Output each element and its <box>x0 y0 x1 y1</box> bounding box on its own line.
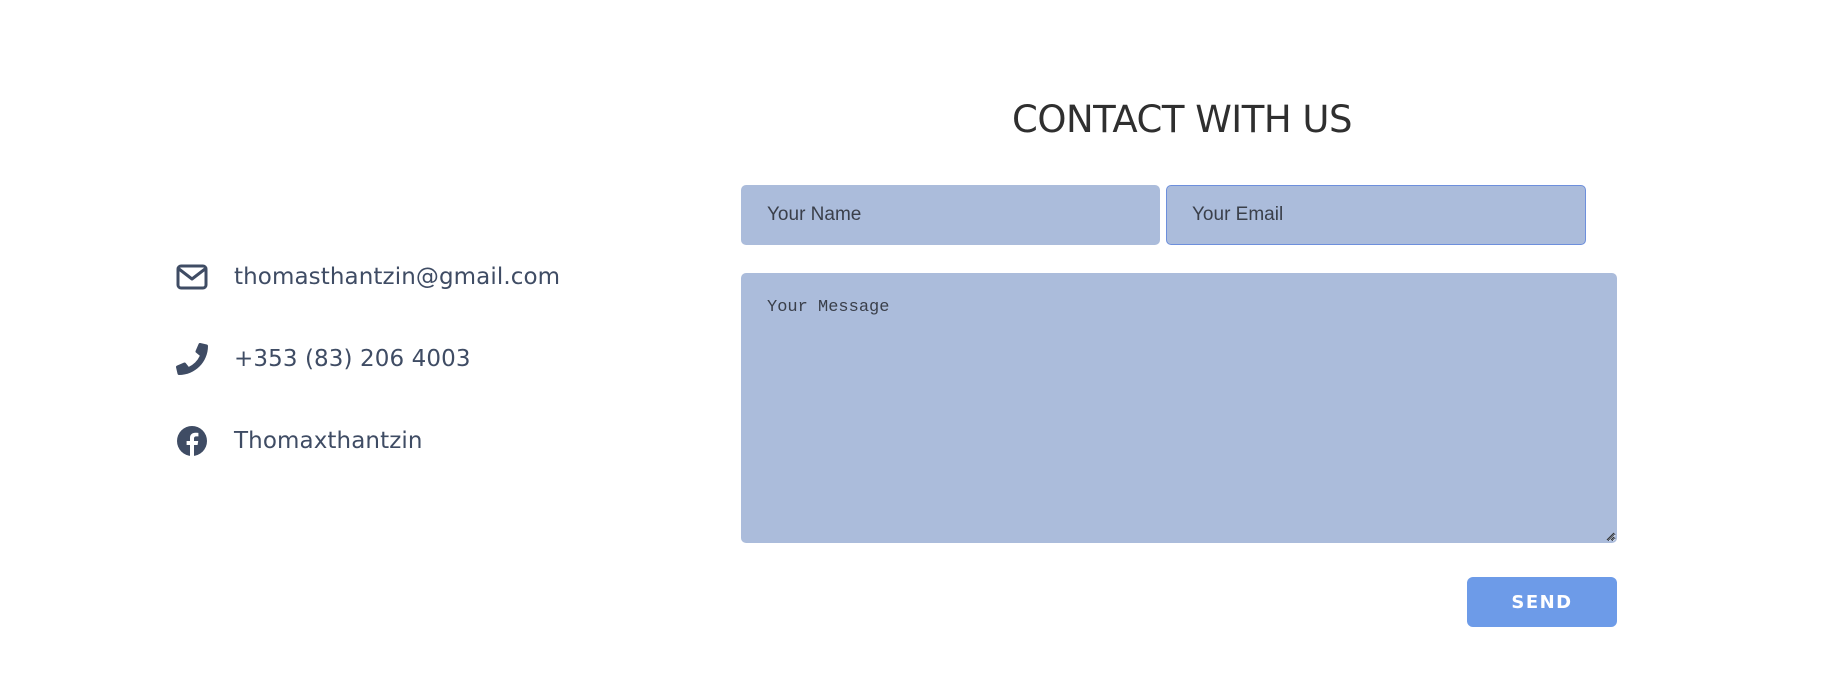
contact-form: CONTACT WITH US SEND <box>741 96 1617 627</box>
contact-facebook-text: Thomaxthantzin <box>234 428 423 454</box>
contact-item-phone[interactable]: +353 (83) 206 4003 <box>176 337 696 381</box>
form-title: CONTACT WITH US <box>1012 98 1352 141</box>
send-button[interactable]: SEND <box>1467 577 1617 627</box>
contact-page: thomasthantzin@gmail.com +353 (83) 206 4… <box>0 0 1824 681</box>
email-input[interactable] <box>1166 185 1586 245</box>
envelope-icon <box>176 261 208 293</box>
contact-item-facebook[interactable]: Thomaxthantzin <box>176 419 696 463</box>
contact-info-list: thomasthantzin@gmail.com +353 (83) 206 4… <box>176 255 696 501</box>
message-textarea[interactable] <box>741 273 1617 543</box>
contact-phone-text: +353 (83) 206 4003 <box>234 346 471 372</box>
contact-item-email[interactable]: thomasthantzin@gmail.com <box>176 255 696 299</box>
name-email-row <box>741 185 1617 247</box>
phone-icon <box>176 343 208 375</box>
contact-email-text: thomasthantzin@gmail.com <box>234 264 561 290</box>
facebook-icon <box>176 425 208 457</box>
name-input[interactable] <box>741 185 1160 245</box>
